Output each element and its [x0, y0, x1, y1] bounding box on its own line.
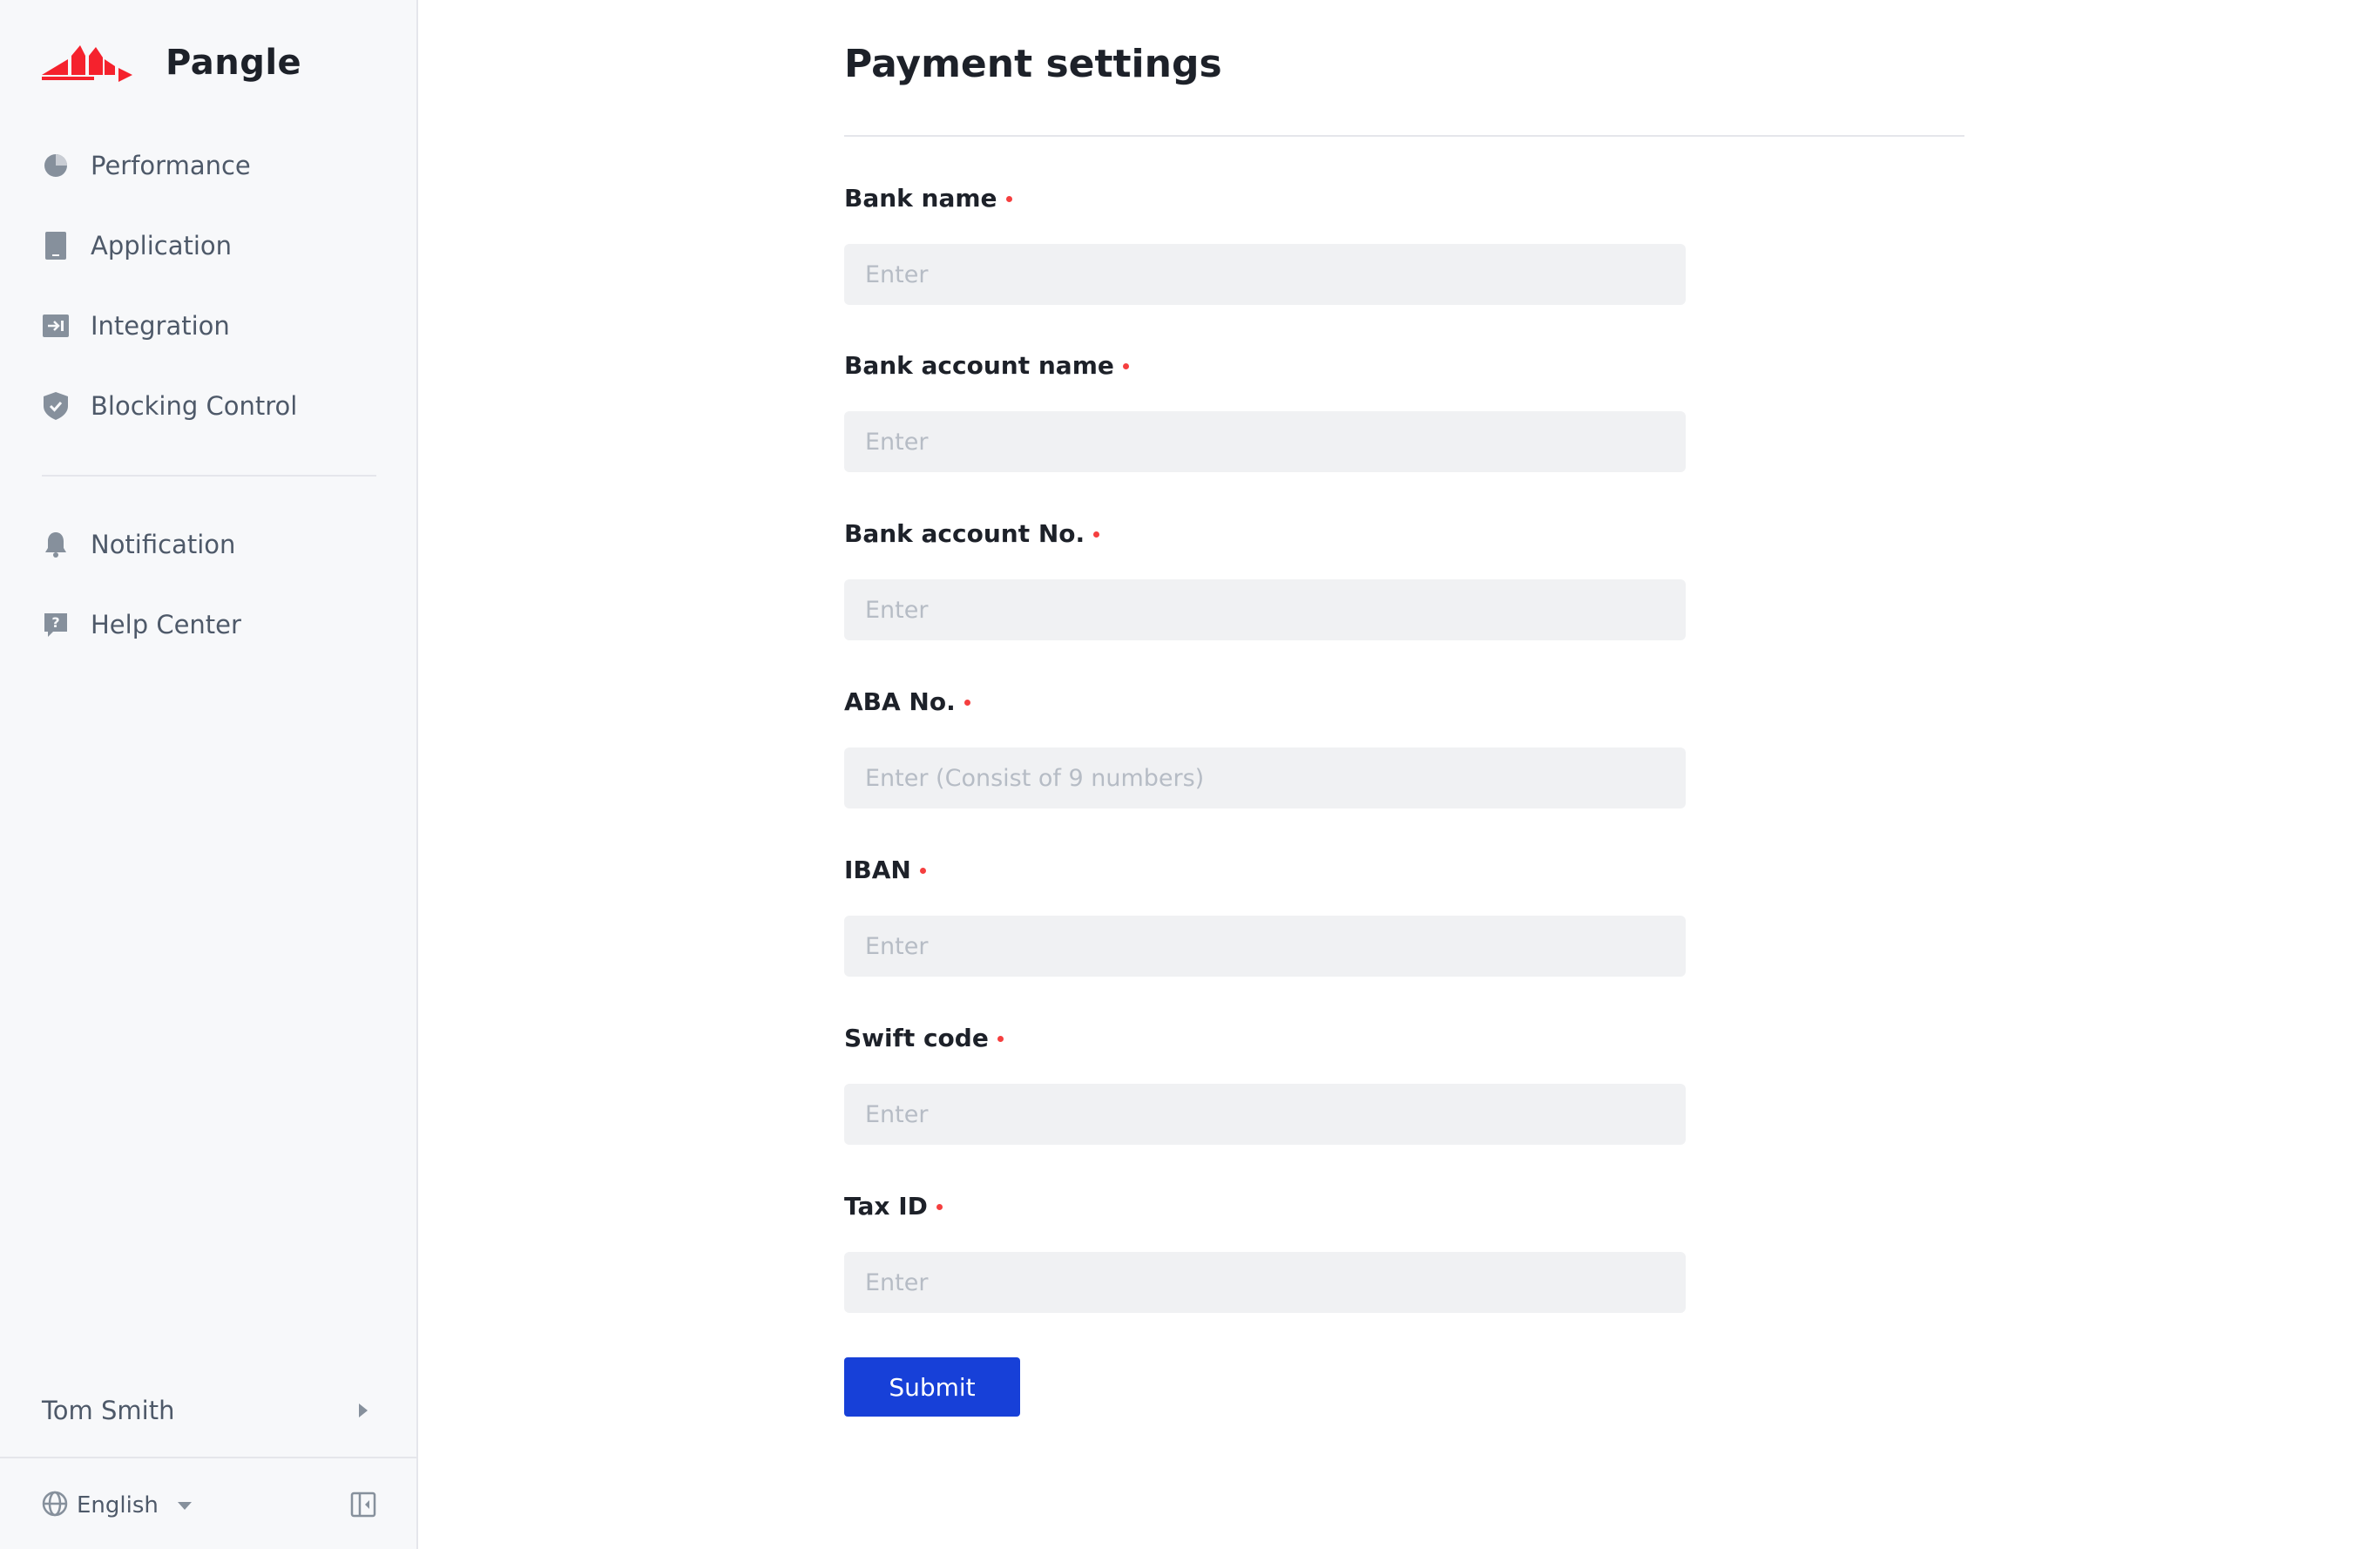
sidebar-item-label: Blocking Control — [91, 391, 298, 421]
required-dot-icon — [963, 699, 970, 706]
tax-id-field-group: Tax ID — [844, 1189, 1686, 1313]
bank-account-name-field-group: Bank account name — [844, 348, 1686, 472]
required-dot-icon — [1093, 531, 1100, 538]
user-menu[interactable]: Tom Smith — [42, 1390, 376, 1431]
tablet-icon — [42, 232, 70, 260]
bank-name-label: Bank name — [844, 184, 997, 213]
language-label: English — [77, 1492, 159, 1519]
collapse-sidebar-icon — [350, 1492, 376, 1518]
iban-label: IBAN — [844, 856, 911, 884]
pangle-logo[interactable]: Pangle — [42, 40, 301, 85]
sidebar-item-blocking-control[interactable]: Blocking Control — [0, 366, 418, 446]
sidebar-item-label: Notification — [91, 530, 236, 559]
bank-account-number-input[interactable] — [844, 579, 1686, 640]
sidebar-item-label: Integration — [91, 311, 230, 341]
sidebar-item-integration[interactable]: Integration — [0, 286, 418, 366]
submit-button[interactable]: Submit — [844, 1357, 1020, 1417]
bank-name-field-group: Bank name — [844, 181, 1686, 305]
sidebar-item-notification[interactable]: Notification — [0, 504, 418, 585]
sidebar: Pangle Performance Application Integrati… — [0, 0, 418, 1549]
svg-text:?: ? — [51, 614, 59, 631]
chevron-down-icon — [177, 1501, 192, 1510]
aba-number-label: ABA No. — [844, 687, 956, 716]
iban-input[interactable] — [844, 916, 1686, 977]
aba-number-input[interactable] — [844, 747, 1686, 808]
required-dot-icon — [1122, 362, 1129, 369]
pangle-logo-mark-icon — [42, 45, 132, 82]
bank-account-name-label: Bank account name — [844, 351, 1114, 380]
secondary-navigation: Notification ? Help Center — [0, 504, 418, 665]
language-selector[interactable]: English — [42, 1488, 192, 1523]
globe-icon — [42, 1491, 68, 1520]
required-dot-icon — [997, 1035, 1004, 1042]
sidebar-item-application[interactable]: Application — [0, 206, 418, 286]
brand-name: Pangle — [166, 43, 302, 83]
swift-code-field-group: Swift code — [844, 1021, 1686, 1145]
shield-check-icon — [42, 392, 70, 420]
sidebar-bottom-divider — [0, 1457, 418, 1458]
required-dot-icon — [936, 1203, 943, 1210]
main-navigation: Performance Application Integration Bloc… — [0, 125, 418, 446]
sidebar-item-performance[interactable]: Performance — [0, 125, 418, 206]
aba-number-field-group: ABA No. — [844, 685, 1686, 808]
iban-field-group: IBAN — [844, 853, 1686, 977]
collapse-sidebar-button[interactable] — [350, 1492, 378, 1519]
tax-id-input[interactable] — [844, 1252, 1686, 1313]
sidebar-item-label: Performance — [91, 151, 251, 180]
sidebar-item-label: Application — [91, 231, 233, 260]
title-divider — [844, 135, 1964, 137]
bank-account-number-field-group: Bank account No. — [844, 517, 1686, 640]
swift-code-input[interactable] — [844, 1084, 1686, 1145]
bank-name-input[interactable] — [844, 244, 1686, 305]
bell-icon — [42, 531, 70, 558]
page-title: Payment settings — [844, 42, 1222, 86]
caret-right-icon — [359, 1404, 368, 1417]
user-name: Tom Smith — [42, 1396, 175, 1425]
bank-account-number-label: Bank account No. — [844, 519, 1085, 548]
sidebar-divider — [42, 475, 376, 477]
sidebar-item-label: Help Center — [91, 610, 241, 639]
help-question-icon: ? — [42, 611, 70, 639]
integration-arrow-icon — [42, 312, 70, 340]
required-dot-icon — [1005, 195, 1012, 202]
pie-chart-icon — [42, 152, 70, 179]
tax-id-label: Tax ID — [844, 1192, 928, 1221]
sidebar-item-help-center[interactable]: ? Help Center — [0, 585, 418, 665]
bank-account-name-input[interactable] — [844, 411, 1686, 472]
required-dot-icon — [919, 867, 926, 874]
swift-code-label: Swift code — [844, 1024, 989, 1052]
